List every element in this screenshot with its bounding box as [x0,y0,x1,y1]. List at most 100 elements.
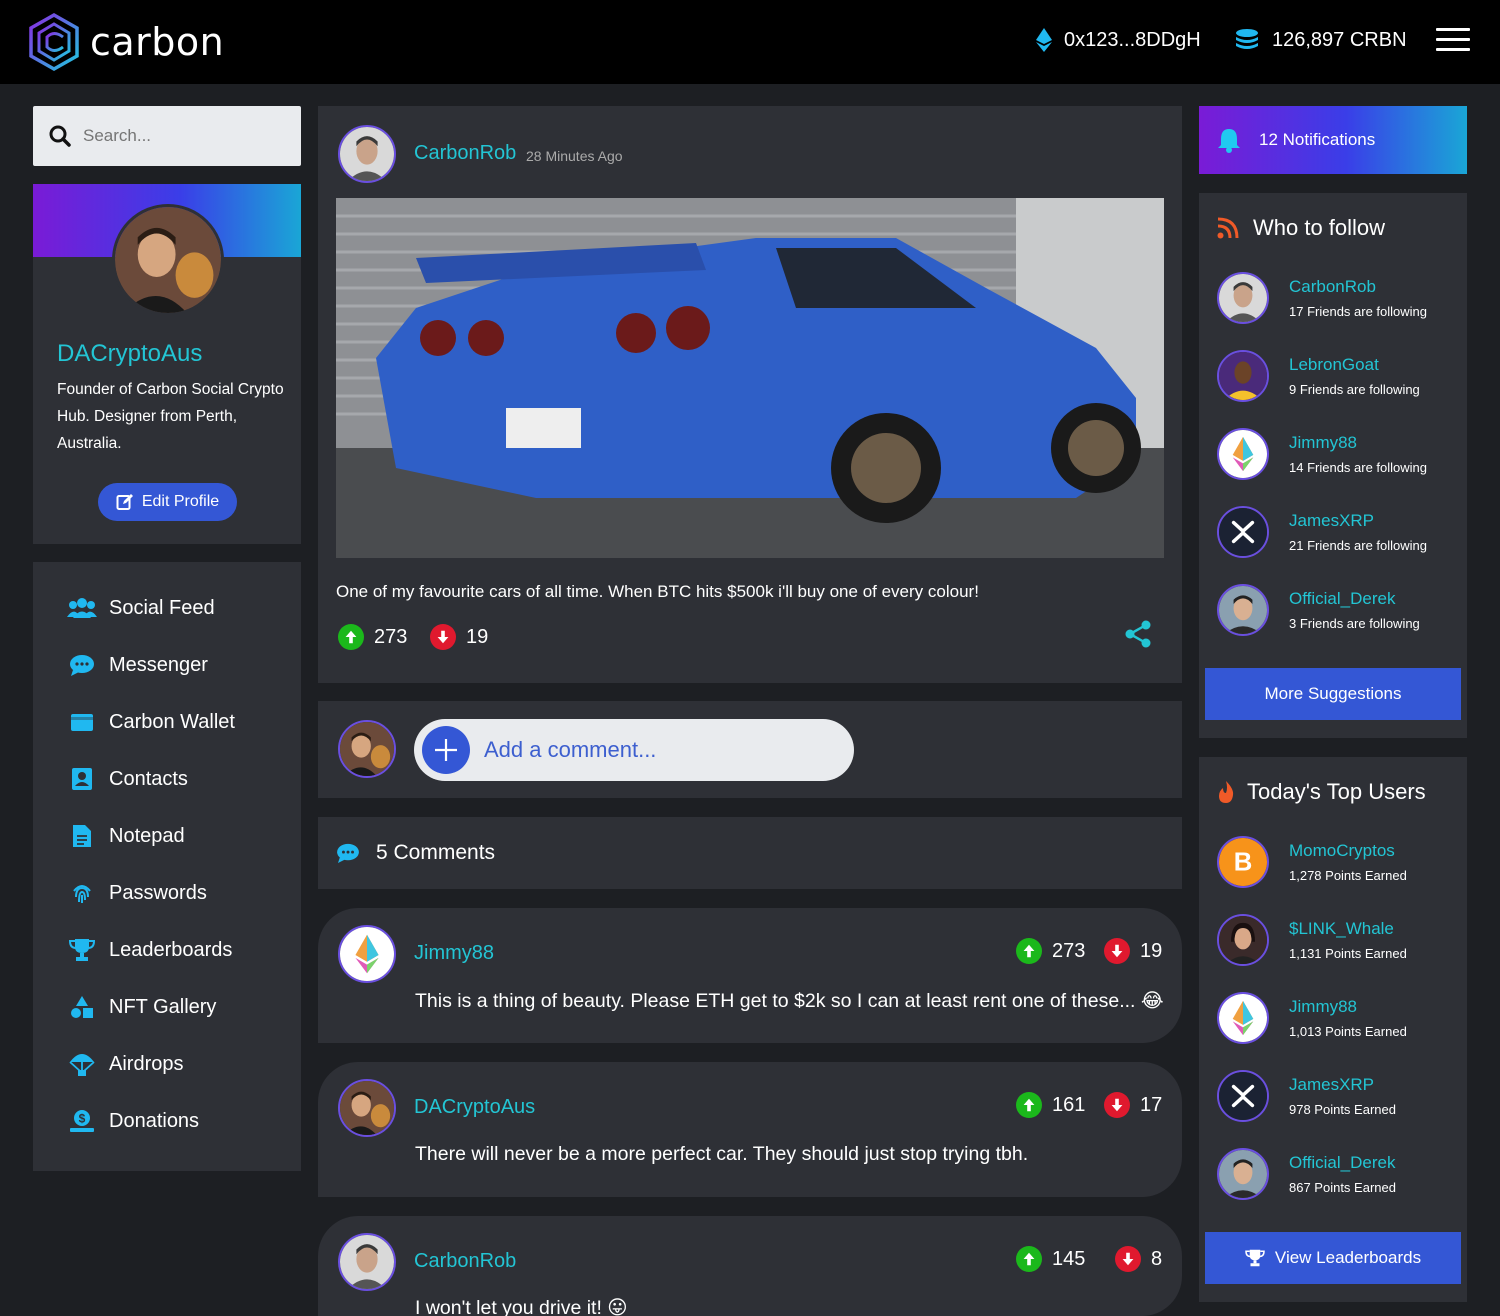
sidebar-item-label: Donations [109,1109,200,1132]
user-avatar[interactable] [1217,350,1269,402]
share-icon[interactable] [1124,620,1152,648]
users-icon [67,595,97,621]
sidebar-item-notepad[interactable]: Notepad [67,823,185,849]
view-leaderboards-button[interactable]: View Leaderboards [1205,1232,1461,1284]
sidebar-item-passwords[interactable]: Passwords [67,880,207,906]
wallet-address[interactable]: 0x123...8DDgH [1036,28,1201,52]
downvote-icon[interactable] [1104,938,1130,964]
post-card: CarbonRob 28 Minutes Ago One of my favou… [318,106,1182,683]
top-user[interactable]: JamesXRP 978 Points Earned [1217,1070,1396,1122]
comment-author-avatar[interactable] [338,925,396,983]
comment-author-avatar[interactable] [338,1079,396,1137]
sidebar-item-airdrops[interactable]: Airdrops [67,1051,183,1077]
post-author-avatar[interactable] [338,125,396,183]
post-author-name[interactable]: CarbonRob [414,142,516,165]
user-name[interactable]: CarbonRob [1289,277,1427,297]
user-meta: 3 Friends are following [1289,616,1420,631]
user-name[interactable]: LebronGoat [1289,355,1420,375]
user-avatar[interactable] [1217,506,1269,558]
suggested-user[interactable]: JamesXRP 21 Friends are following [1217,506,1427,558]
top-users-card: Today's Top Users MomoCryptos 1,278 Point… [1199,757,1467,1302]
user-name[interactable]: Jimmy88 [1289,433,1427,453]
bell-icon [1218,129,1240,153]
user-meta: 21 Friends are following [1289,538,1428,553]
add-comment-button[interactable] [422,726,470,774]
profile-name[interactable]: DACryptoAus [57,340,202,368]
user-avatar[interactable] [1217,1070,1269,1122]
notifications-label: 12 Notifications [1259,130,1376,149]
user-meta: 1,131 Points Earned [1289,946,1407,961]
search-box[interactable] [33,106,301,166]
comment-author-avatar[interactable] [338,1233,396,1291]
comments-header: 5 Comments [318,817,1182,889]
comment-author-name[interactable]: CarbonRob [414,1250,516,1273]
sidebar-item-contacts[interactable]: Contacts [67,766,188,792]
edit-profile-button[interactable]: Edit Profile [98,483,237,521]
comments-count-text: 5 Comments [376,841,496,864]
top-user[interactable]: $LINK_Whale 1,131 Points Earned [1217,914,1407,966]
downvote-icon[interactable] [430,624,456,650]
user-avatar[interactable] [1217,992,1269,1044]
downvote-icon[interactable] [1115,1246,1141,1272]
downvote-icon[interactable] [1104,1092,1130,1118]
suggested-user[interactable]: LebronGoat 9 Friends are following [1217,350,1420,402]
user-avatar[interactable] [1217,1148,1269,1200]
user-name[interactable]: Official_Derek [1289,589,1420,609]
user-name[interactable]: JamesXRP [1289,511,1427,531]
user-name[interactable]: Jimmy88 [1289,997,1407,1017]
upvote-icon[interactable] [1016,1246,1042,1272]
top-user[interactable]: MomoCryptos 1,278 Points Earned [1217,836,1407,888]
comment-downvote[interactable]: 8 [1115,1246,1162,1272]
top-user[interactable]: Jimmy88 1,013 Points Earned [1217,992,1407,1044]
profile-avatar[interactable] [112,204,224,316]
suggested-user[interactable]: CarbonRob 17 Friends are following [1217,272,1427,324]
carbon-logo[interactable]: carbon [28,12,224,72]
shapes-icon [67,994,97,1020]
user-avatar[interactable] [1217,272,1269,324]
user-avatar[interactable] [1217,836,1269,888]
top-user[interactable]: Official_Derek 867 Points Earned [1217,1148,1396,1200]
suggested-user[interactable]: Jimmy88 14 Friends are following [1217,428,1427,480]
user-avatar[interactable] [1217,914,1269,966]
more-suggestions-button[interactable]: More Suggestions [1205,668,1461,720]
comment-author-name[interactable]: Jimmy88 [414,942,494,965]
upvote-icon[interactable] [1016,1092,1042,1118]
comment-author-name[interactable]: DACryptoAus [414,1096,535,1119]
sidebar-item-donations[interactable]: $ Donations [67,1108,199,1134]
sidebar-item-nft-gallery[interactable]: NFT Gallery [67,994,216,1020]
notifications-button[interactable]: 12 Notifications [1199,106,1467,174]
sidebar-item-messenger[interactable]: Messenger [67,652,208,678]
sidebar-item-carbon-wallet[interactable]: Carbon Wallet [67,709,235,735]
comment-upvote[interactable]: 273 [1016,938,1085,964]
user-name[interactable]: JamesXRP [1289,1075,1396,1095]
parachute-icon [67,1051,97,1077]
user-name[interactable]: Official_Derek [1289,1153,1396,1173]
suggested-user[interactable]: Official_Derek 3 Friends are following [1217,584,1420,636]
post-downvote[interactable]: 19 [430,624,488,650]
comment-field[interactable] [414,719,854,781]
sidebar-item-label: Airdrops [109,1052,184,1075]
comment-upvote[interactable]: 145 [1016,1246,1085,1272]
post-image[interactable] [336,198,1164,558]
post-upvote[interactable]: 273 [338,624,407,650]
user-avatar[interactable] [1217,428,1269,480]
comment-downvote[interactable]: 19 [1104,938,1162,964]
comment-input[interactable] [484,737,824,763]
comment-upvote[interactable]: 161 [1016,1092,1085,1118]
current-user-avatar[interactable] [338,720,396,778]
user-avatar[interactable] [1217,584,1269,636]
sidebar-item-leaderboards[interactable]: Leaderboards [67,937,232,963]
hamburger-menu-icon[interactable] [1436,28,1470,54]
token-balance[interactable]: 126,897 CRBN [1234,28,1407,52]
comment-downvote[interactable]: 17 [1104,1092,1162,1118]
upvote-icon[interactable] [1016,938,1042,964]
user-name[interactable]: $LINK_Whale [1289,919,1407,939]
upvote-icon[interactable] [338,624,364,650]
user-name[interactable]: MomoCryptos [1289,841,1407,861]
wallet-icon [67,709,97,735]
search-input[interactable] [83,126,283,146]
who-to-follow-title: Who to follow [1217,215,1385,241]
sidebar-item-social-feed[interactable]: Social Feed [67,595,215,621]
top-bar: carbon 0x123...8DDgH 126,897 CRBN [0,0,1500,84]
user-meta: 867 Points Earned [1289,1180,1396,1195]
